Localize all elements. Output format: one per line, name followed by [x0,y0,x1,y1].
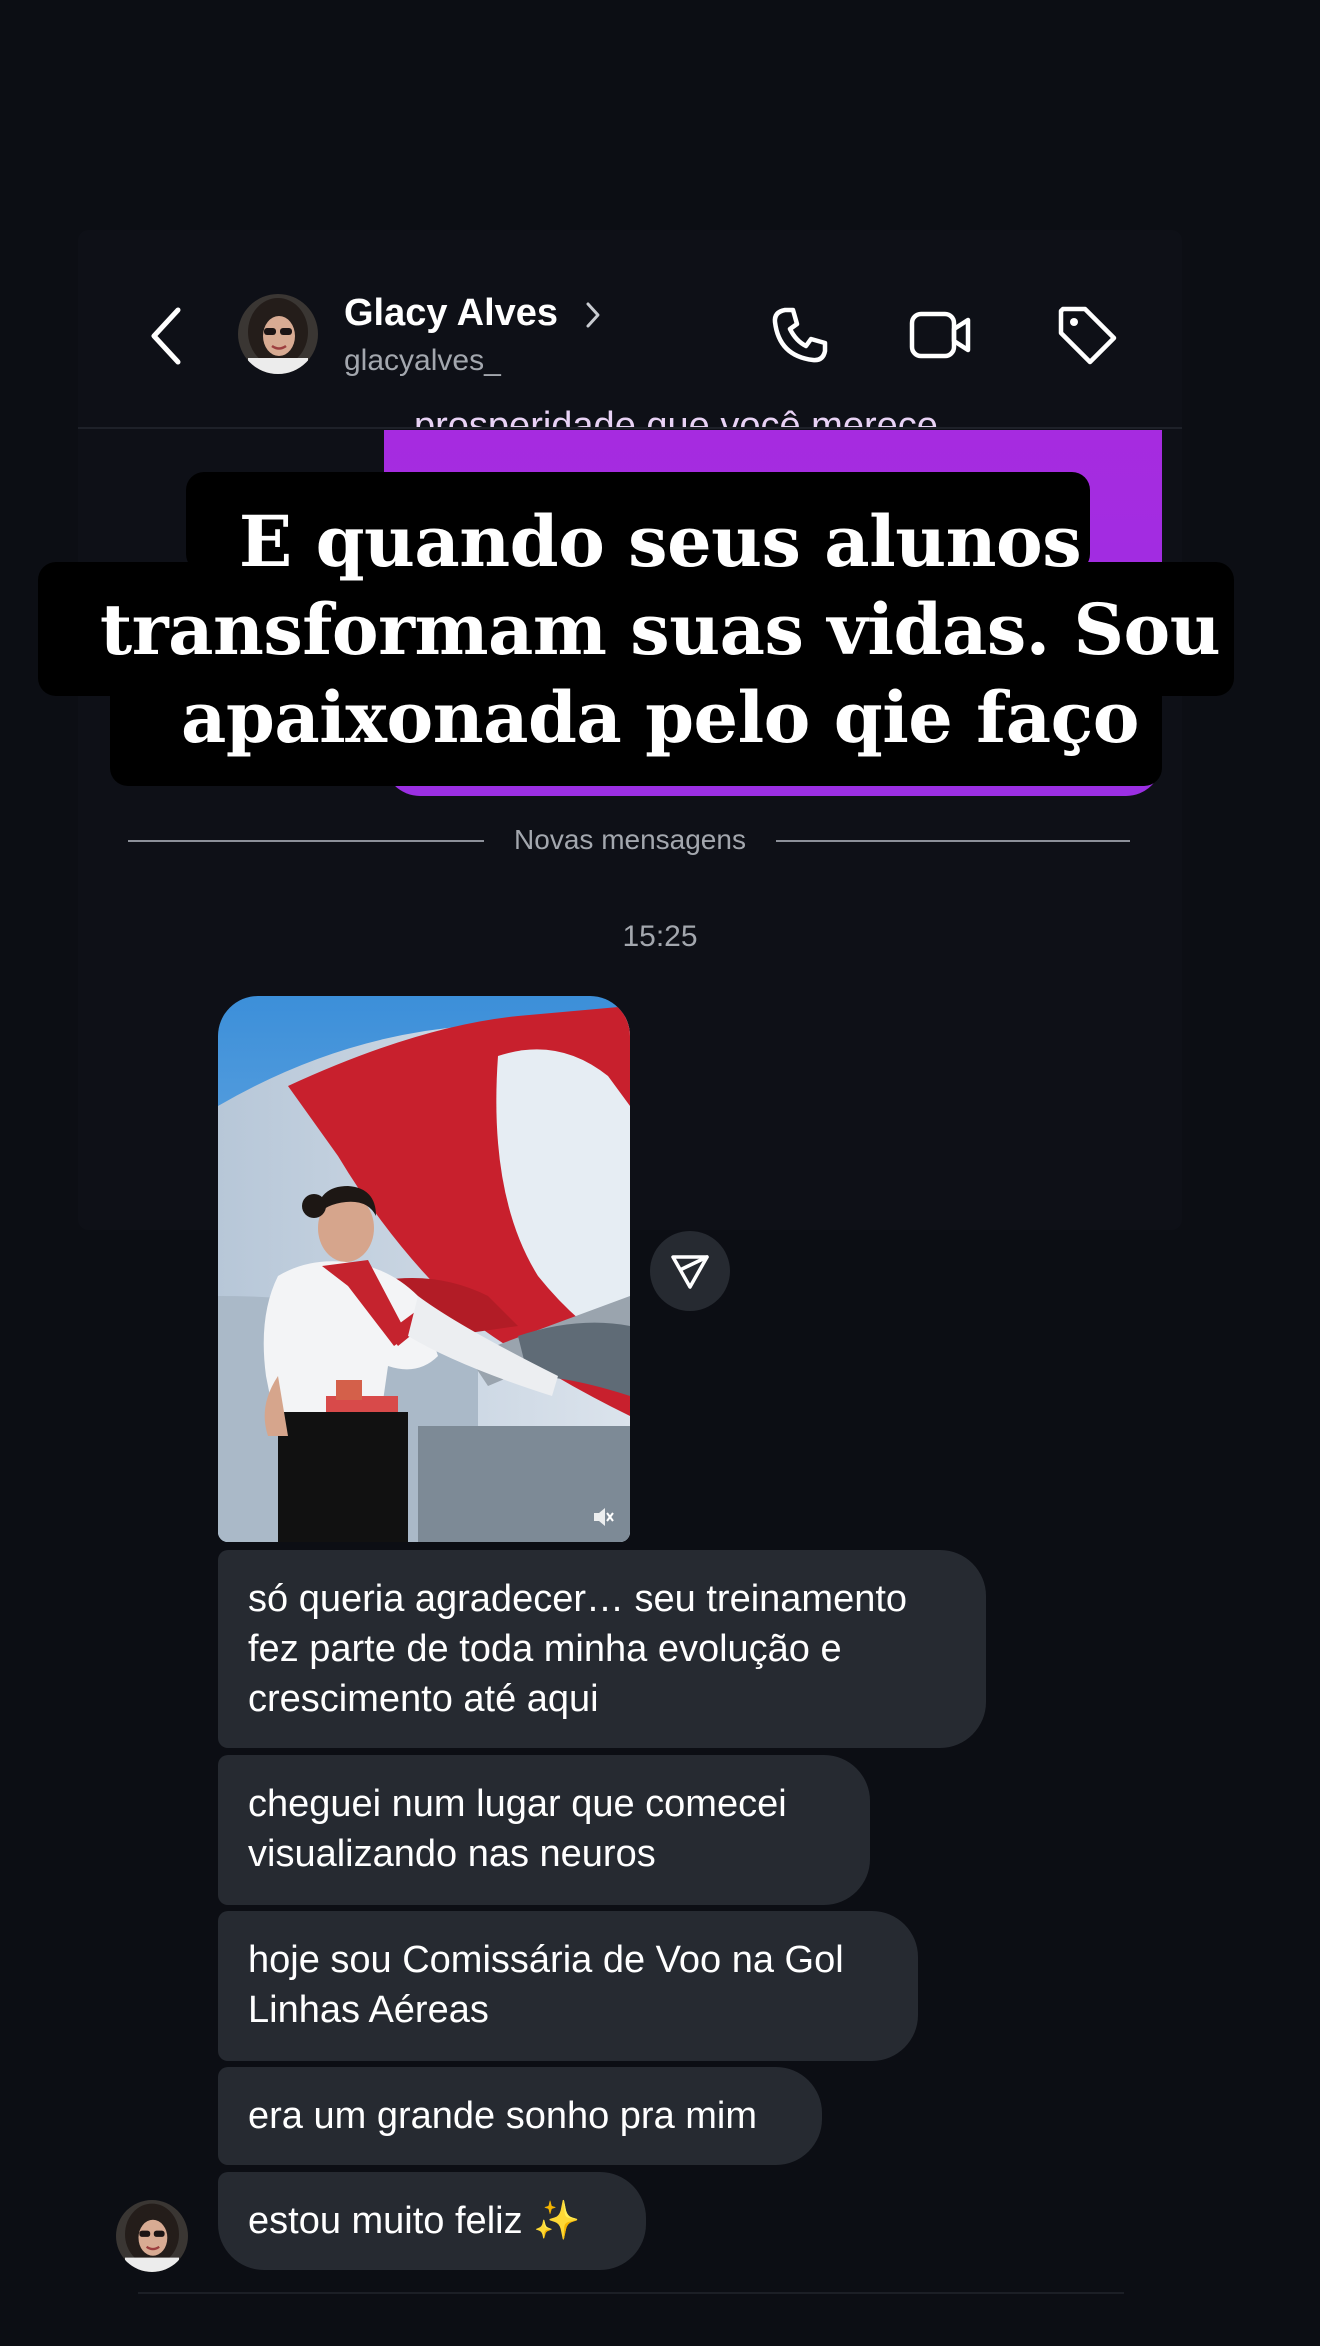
message-text: crescimento até aqui [248,1678,599,1720]
received-message-bubble[interactable]: era um grande sonho pra mim [218,2067,822,2165]
message-text: só queria agradecer… seu treinamento [248,1578,908,1620]
video-camera-icon [909,311,971,359]
message-text: cheguei num lugar que comecei [248,1783,787,1825]
received-message-bubble[interactable]: estou muito feliz ✨ [218,2172,646,2270]
tag-icon [1058,306,1117,365]
photo-message[interactable] [218,996,630,1542]
phone-icon [772,307,828,363]
message-text: hoje sou Comissária de Voo na Gol [248,1939,844,1981]
label-button[interactable] [1052,300,1122,370]
back-chevron-icon [151,307,181,365]
muted-icon[interactable] [590,1504,616,1530]
sender-avatar[interactable] [116,2200,188,2272]
chat-screen: prosperidade que você merece. Glacy Alve… [0,0,1320,2346]
avatar[interactable] [238,294,318,374]
caption-line: apaixonada pelo qie faço [181,676,1139,759]
received-message-bubble[interactable]: hoje sou Comissária de Voo na Gol Linhas… [218,1911,918,2061]
paper-plane-icon [671,1255,709,1289]
separator-line [128,840,484,842]
message-text: visualizando nas neuros [248,1833,656,1875]
received-message-bubble[interactable]: só queria agradecer… seu treinamento fez… [218,1550,986,1748]
chevron-right-icon[interactable] [582,300,604,330]
caption-line: E quando seus alunos [238,500,1082,583]
message-timestamp: 15:25 [622,920,698,953]
message-text: estou muito feliz ✨ [248,2200,581,2242]
separator-line [776,840,1130,842]
chat-header: Glacy Alves glacyalves_ [0,270,1320,400]
message-text: fez parte de toda minha evolução e [248,1628,842,1670]
sent-message-text: prosperidade que você merece. [414,405,949,428]
message-text: Linhas Aéreas [248,1989,489,2031]
caption-line: transformam suas vidas. Sou [99,588,1221,671]
contact-name[interactable]: Glacy Alves [344,292,558,335]
contact-handle: glacyalves_ [344,344,501,377]
share-button[interactable] [650,1231,730,1311]
received-message-bubble[interactable]: cheguei num lugar que comecei visualizan… [218,1755,870,1905]
bottom-divider [138,2292,1124,2294]
audio-call-button[interactable] [765,300,835,370]
new-messages-label: Novas mensagens [514,824,746,855]
message-text: era um grande sonho pra mim [248,2095,758,2137]
video-call-button[interactable] [905,300,975,370]
header-divider [78,427,1182,429]
back-button[interactable] [140,300,196,372]
